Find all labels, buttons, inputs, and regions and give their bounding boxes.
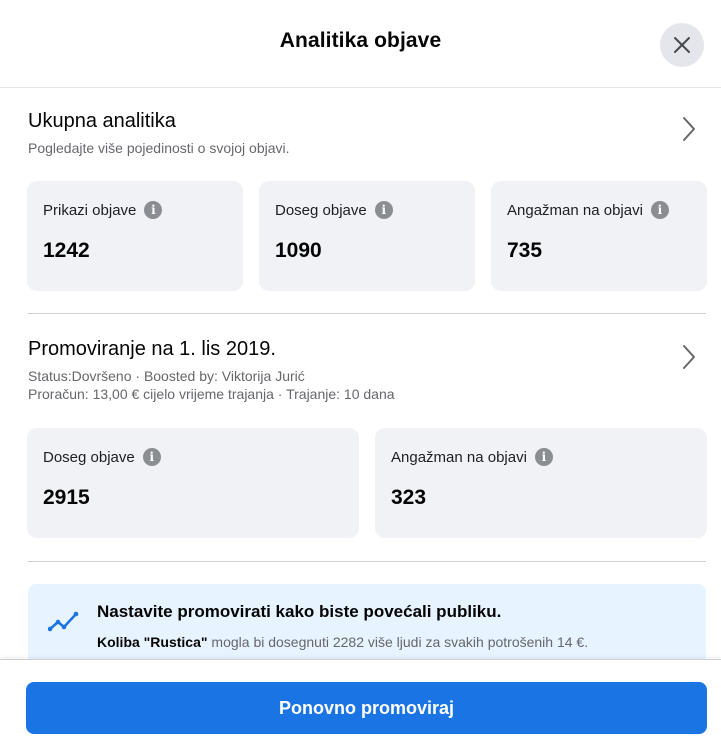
metric-card-promo-reach: Doseg objave i 2915 [27, 428, 359, 538]
info-icon[interactable]: i [142, 448, 161, 466]
overall-analytics-link[interactable]: Ukupna analitika Pogledajte više pojedin… [28, 110, 706, 170]
metric-label: Doseg objave [275, 201, 367, 219]
tip-rest: mogla bi dosegnuti 2282 više ljudi za sv… [207, 634, 589, 650]
divider [28, 561, 706, 562]
overall-analytics-title: Ukupna analitika [28, 110, 176, 132]
dialog-header: Analitika objave [0, 0, 721, 88]
dialog-title: Analitika objave [279, 29, 442, 52]
promotion-details-link[interactable]: Promoviranje na 1. lis 2019. Status:Dovr… [28, 338, 706, 408]
metric-label: Doseg objave [43, 448, 135, 466]
tip-page-name: Koliba "Rustica" [97, 634, 208, 650]
metric-value: 2915 [43, 486, 90, 509]
info-icon[interactable]: i [144, 201, 163, 219]
info-icon[interactable]: i [650, 201, 669, 219]
metric-card-promo-engagement: Angažman na objavi i 323 [375, 428, 707, 538]
overall-analytics-subtitle: Pogledajte više pojedinosti o svojoj obj… [28, 140, 290, 156]
info-icon[interactable]: i [534, 448, 553, 466]
metric-label: Angažman na objavi [391, 448, 527, 466]
divider [28, 313, 706, 314]
metric-card-engagement: Angažman na objavi i 735 [491, 181, 707, 291]
chevron-right-icon [683, 345, 695, 369]
promotion-title: Promoviranje na 1. lis 2019. [28, 338, 276, 360]
tip-title: Nastavite promovirati kako biste povećal… [97, 602, 502, 621]
trend-up-icon [48, 611, 79, 632]
info-icon[interactable]: i [374, 201, 393, 219]
close-button[interactable] [660, 23, 704, 67]
metric-value: 1242 [43, 239, 90, 262]
metric-value: 1090 [275, 239, 322, 262]
promotion-tip: Nastavite promovirati kako biste povećal… [28, 584, 706, 664]
promotion-status: Status:Dovršeno · Boosted by: Viktorija … [28, 368, 305, 384]
metric-label: Prikazi objave [43, 201, 137, 219]
chevron-right-icon [683, 117, 695, 141]
promotion-budget: Proračun: 13,00 € cijelo vrijeme trajanj… [28, 386, 395, 402]
metric-label: Angažman na objavi [507, 201, 643, 219]
metric-card-impressions: Prikazi objave i 1242 [27, 181, 243, 291]
close-icon [674, 37, 690, 53]
metric-value: 735 [507, 239, 543, 262]
boost-again-button[interactable]: Ponovno promoviraj [26, 682, 707, 734]
metric-card-reach: Doseg objave i 1090 [259, 181, 475, 291]
tip-text: Koliba "Rustica" mogla bi dosegnuti 2282… [97, 634, 588, 650]
dialog-footer: Ponovno promoviraj [0, 659, 721, 747]
metric-value: 323 [391, 486, 427, 509]
